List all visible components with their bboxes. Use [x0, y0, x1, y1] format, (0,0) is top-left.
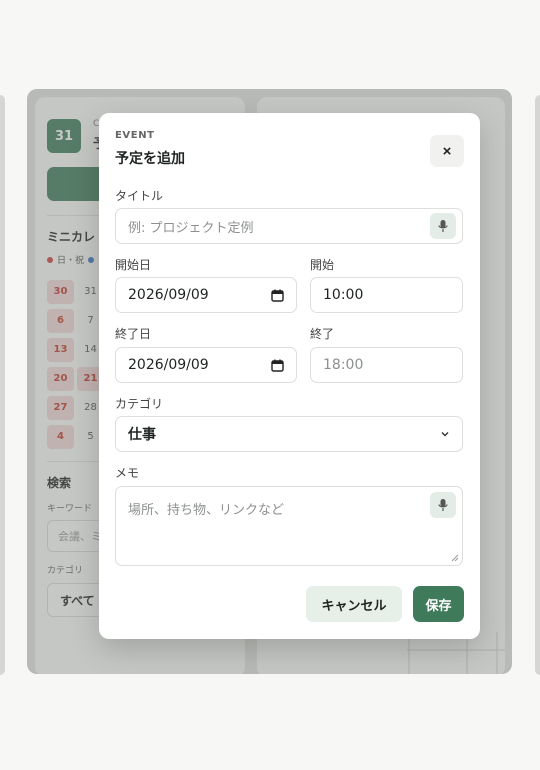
chevron-down-icon: [441, 432, 449, 437]
memo-textarea[interactable]: 場所、持ち物、リンクなど: [115, 486, 463, 566]
calendar-icon[interactable]: [271, 289, 284, 302]
start-date-input[interactable]: 2026/09/09: [115, 277, 297, 313]
end-time-label: 終了: [310, 327, 335, 341]
end-date-label: 終了日: [115, 327, 152, 341]
memo-voice-input-button[interactable]: [430, 492, 456, 518]
memo-label: メモ: [115, 466, 140, 480]
start-time-value: 10:00: [323, 287, 364, 303]
end-date-value: 2026/09/09: [128, 357, 209, 373]
save-button[interactable]: 保存: [413, 586, 464, 622]
microphone-icon: [438, 499, 448, 511]
title-voice-input-button[interactable]: [430, 213, 456, 239]
cancel-button[interactable]: キャンセル: [306, 586, 402, 622]
start-date-value: 2026/09/09: [128, 287, 209, 303]
category-select[interactable]: 仕事: [115, 416, 463, 452]
dialog-title: 予定を追加: [115, 151, 185, 167]
category-value: 仕事: [128, 427, 156, 443]
end-time-value: 18:00: [323, 357, 364, 373]
close-button[interactable]: ×: [430, 135, 464, 167]
start-date-label: 開始日: [115, 258, 152, 272]
title-field-label: タイトル: [115, 189, 164, 203]
resize-handle-icon[interactable]: [451, 554, 459, 562]
title-input[interactable]: 例: プロジェクト定例: [115, 208, 463, 244]
adjacent-card-left: [0, 95, 5, 675]
close-icon: ×: [442, 142, 452, 160]
start-time-input[interactable]: 10:00: [310, 277, 463, 313]
end-date-input[interactable]: 2026/09/09: [115, 347, 297, 383]
memo-placeholder: 場所、持ち物、リンクなど: [128, 503, 285, 518]
microphone-icon: [438, 220, 448, 232]
title-placeholder: 例: プロジェクト定例: [128, 220, 254, 236]
dialog-eyebrow: EVENT: [115, 130, 155, 141]
calendar-icon[interactable]: [271, 359, 284, 372]
start-time-label: 開始: [310, 258, 335, 272]
adjacent-card-right: [535, 95, 540, 675]
category-label: カテゴリ: [115, 397, 164, 411]
add-event-dialog: EVENT 予定を追加 × タイトル 例: プロジェクト定例 開始日 開始 20…: [99, 113, 480, 639]
end-time-input[interactable]: 18:00: [310, 347, 463, 383]
